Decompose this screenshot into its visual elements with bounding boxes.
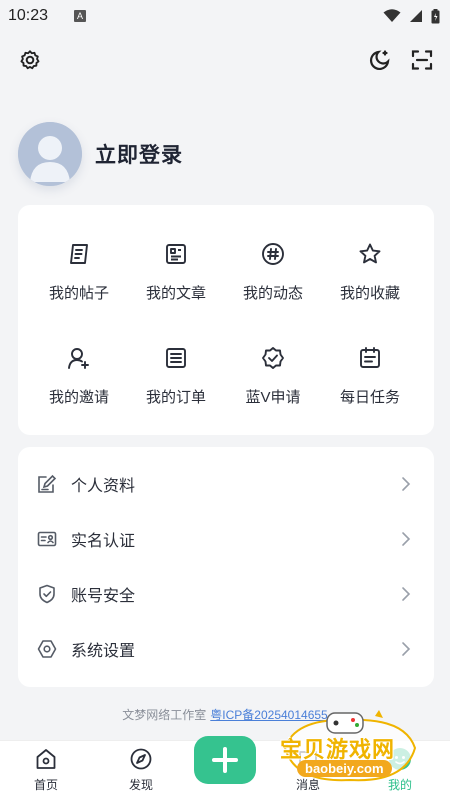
profile-icon	[388, 747, 412, 771]
id-card-icon	[36, 528, 58, 550]
compass-icon	[129, 747, 153, 771]
grid-item-label: 每日任务	[339, 389, 400, 406]
edit-profile-icon	[36, 473, 58, 495]
studio-name: 文梦网络工作室	[122, 708, 207, 722]
tab-profile[interactable]: 我的	[370, 747, 430, 793]
grid-item-invites[interactable]: 我的邀请	[34, 345, 124, 425]
grid-item-label: 我的订单	[145, 389, 206, 406]
footer-copyright: 文梦网络工作室 粤ICP备20254014655	[0, 706, 450, 723]
message-icon	[296, 747, 320, 771]
profile-header[interactable]: 立即登录	[18, 122, 183, 186]
star-icon	[357, 241, 383, 267]
login-link[interactable]: 立即登录	[95, 139, 183, 169]
scan-icon[interactable]	[408, 46, 436, 74]
grid-item-moments[interactable]: 我的动态	[228, 241, 318, 321]
grid-item-posts[interactable]: 我的帖子	[34, 241, 124, 321]
tab-label: 发现	[128, 778, 153, 792]
tab-home[interactable]: 首页	[16, 747, 76, 793]
menu-item-label: 个人资料	[71, 478, 136, 495]
settings-menu: 个人资料 实名认证 账号安全 系统设置	[18, 447, 434, 687]
calendar-task-icon	[357, 345, 383, 371]
grid-item-bluev[interactable]: 蓝V申请	[228, 345, 318, 425]
status-time: 10:23	[8, 7, 49, 24]
chevron-right-icon	[402, 532, 411, 546]
grid-item-label: 蓝V申请	[245, 389, 301, 406]
menu-item-label: 实名认证	[71, 533, 136, 550]
status-bar: 10:23 A	[0, 0, 450, 32]
chevron-right-icon	[402, 587, 411, 601]
icp-link[interactable]: 粤ICP备20254014655	[210, 708, 327, 722]
menu-item-verification[interactable]: 实名认证	[18, 512, 434, 566]
grid-item-label: 我的文章	[145, 285, 206, 302]
notification-icon: A	[74, 10, 87, 22]
grid-item-daily-tasks[interactable]: 每日任务	[325, 345, 415, 425]
grid-item-label: 我的收藏	[339, 285, 400, 302]
my-content-grid: 我的帖子 我的文章 我的动态 我的收藏 我的邀请 我的订单 蓝V申请 每日任务	[18, 205, 434, 435]
menu-item-label: 账号安全	[71, 588, 136, 605]
shield-icon	[36, 583, 58, 605]
grid-item-label: 我的帖子	[48, 285, 109, 302]
home-icon	[34, 747, 58, 771]
settings-gear-icon[interactable]	[16, 46, 44, 74]
menu-item-profile[interactable]: 个人资料	[18, 457, 434, 511]
signal-icon	[410, 10, 422, 22]
verified-badge-icon	[260, 345, 286, 371]
grid-item-label: 我的动态	[242, 285, 303, 302]
tab-messages[interactable]: 消息	[278, 747, 338, 793]
status-indicators	[383, 8, 440, 24]
article-icon	[163, 241, 189, 267]
grid-item-label: 我的邀请	[48, 389, 109, 406]
grid-item-orders[interactable]: 我的订单	[131, 345, 221, 425]
wifi-icon	[383, 9, 401, 22]
grid-item-favorites[interactable]: 我的收藏	[325, 241, 415, 321]
order-icon	[163, 345, 189, 371]
chevron-right-icon	[402, 477, 411, 491]
menu-item-account-security[interactable]: 账号安全	[18, 567, 434, 621]
dark-mode-moon-icon[interactable]	[366, 46, 394, 74]
menu-item-system-settings[interactable]: 系统设置	[18, 622, 434, 676]
tab-label: 消息	[295, 778, 320, 792]
battery-icon	[431, 8, 440, 23]
post-icon	[66, 241, 92, 267]
plus-icon	[212, 747, 238, 773]
bottom-tab-bar: 首页 发现 消息 我的	[0, 736, 450, 800]
tab-label: 首页	[33, 778, 58, 792]
add-post-button[interactable]	[194, 736, 256, 784]
tab-discover[interactable]: 发现	[111, 747, 171, 793]
avatar[interactable]	[18, 122, 82, 186]
menu-item-label: 系统设置	[71, 643, 136, 660]
top-toolbar	[0, 44, 450, 78]
settings-hex-icon	[36, 638, 58, 660]
chevron-right-icon	[402, 642, 411, 656]
grid-item-articles[interactable]: 我的文章	[131, 241, 221, 321]
tab-label: 我的	[387, 778, 412, 792]
hashtag-icon	[260, 241, 286, 267]
invite-user-icon	[66, 345, 92, 371]
